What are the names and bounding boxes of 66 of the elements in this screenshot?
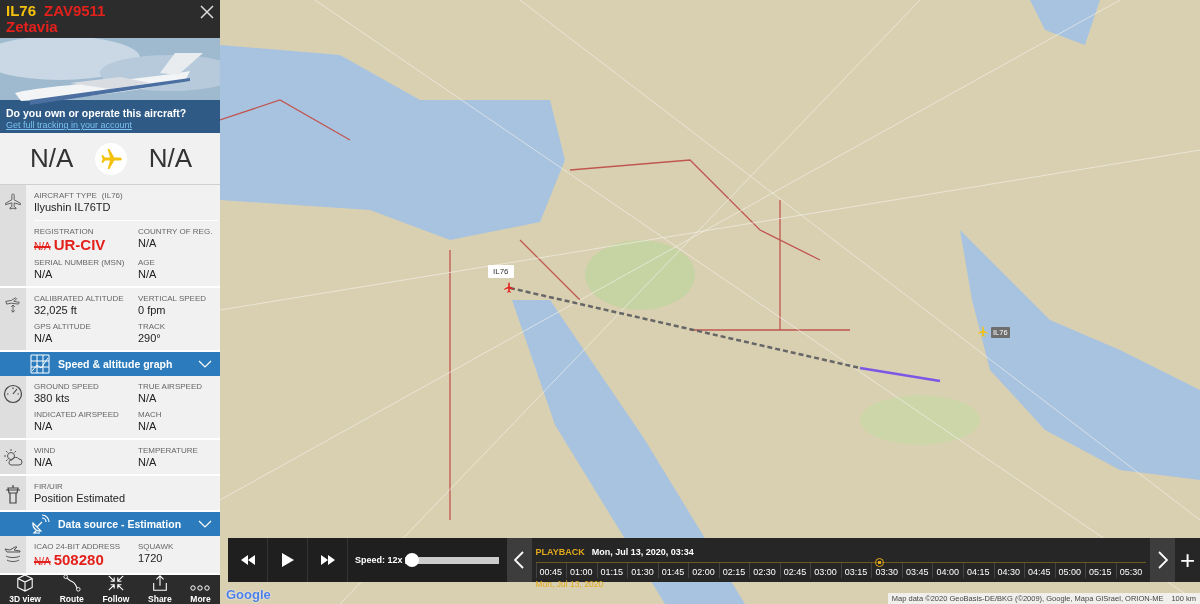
field-label: GPS ALTITUDE [34, 322, 91, 331]
field-value: 1720 [138, 552, 163, 564]
field-value: N/A [34, 268, 53, 280]
toolbar-button[interactable]: Share [146, 575, 174, 604]
field-label: TRUE AIRSPEED [138, 382, 202, 391]
toolbar-button[interactable]: 3D view [7, 575, 43, 604]
field-value: 380 kts [34, 392, 70, 404]
field-value: Ilyushin IL76TD [34, 201, 111, 213]
field-label: INDICATED AIRSPEED [34, 410, 119, 419]
field-value: N/A [138, 237, 157, 249]
chevron-icon [198, 360, 212, 368]
destination-airport: N/A [148, 143, 192, 174]
field-value: N/A [34, 332, 53, 344]
field-value: 0 fpm [138, 304, 166, 316]
field-label: REGISTRATION [34, 227, 94, 236]
field-label: AIRCRAFT TYPE [34, 191, 97, 200]
aircraft-code: IL76 [6, 2, 36, 19]
field-value: 508280 [53, 551, 104, 568]
field-label: FIR/UIR [34, 482, 63, 491]
field-value: N/A [138, 420, 157, 432]
field-value: 32,025 ft [34, 304, 77, 316]
weather-icon [3, 448, 23, 468]
struck-value: N/A [34, 556, 51, 567]
callsign: ZAV9511 [44, 2, 106, 19]
struck-value: N/A [34, 241, 51, 252]
origin-airport: N/A [30, 143, 74, 174]
field-label: CALIBRATED ALTITUDE [34, 294, 124, 303]
field-label: VERTICAL SPEED [138, 294, 207, 303]
aircraft-signal-icon [3, 544, 23, 564]
field-label: (IL76) [101, 191, 123, 200]
tracking-link[interactable]: Get full tracking in your account [6, 120, 133, 130]
toolbar-button[interactable]: Follow [100, 575, 132, 604]
field-value: Position Estimated [34, 492, 126, 504]
field-value: UR-CIV [53, 236, 106, 253]
close-icon[interactable] [200, 5, 214, 19]
chevron-icon [198, 520, 212, 528]
field-label: TRACK [138, 322, 166, 331]
control-tower-icon [5, 484, 21, 504]
satellite-dish-icon [30, 514, 50, 534]
section-header[interactable]: Speed & altitude graph [0, 352, 220, 376]
field-value: N/A [34, 420, 53, 432]
field-label: GROUND SPEED [34, 382, 99, 391]
field-label: SERIAL NUMBER (MSN) [34, 258, 125, 267]
speedometer-icon [3, 384, 23, 404]
more-icon [190, 584, 211, 592]
field-label: TEMPERATURE [138, 446, 198, 455]
field-value: N/A [138, 456, 157, 468]
graph-icon [30, 354, 50, 374]
section-header[interactable]: Data source - Estimation [0, 512, 220, 536]
field-label: AGE [138, 258, 155, 267]
promo-headline: Do you own or operate this aircraft? [6, 107, 187, 119]
field-label: WIND [34, 446, 56, 455]
field-value: 290° [138, 332, 161, 344]
toolbar-button[interactable]: More [188, 575, 213, 604]
airline-name: Zetavia [6, 19, 59, 35]
field-value: N/A [138, 392, 157, 404]
altitude-icon [4, 296, 22, 314]
field-label: SQUAWK [138, 542, 174, 551]
field-label: MACH [138, 410, 162, 419]
field-label: COUNTRY OF REG. [138, 227, 213, 236]
field-label: ICAO 24-BIT ADDRESS [34, 542, 121, 551]
toolbar-button[interactable]: Route [57, 575, 86, 604]
field-value: N/A [34, 456, 53, 468]
airplane-icon [4, 193, 22, 211]
airplane-icon [95, 142, 127, 175]
field-value: N/A [138, 268, 157, 280]
